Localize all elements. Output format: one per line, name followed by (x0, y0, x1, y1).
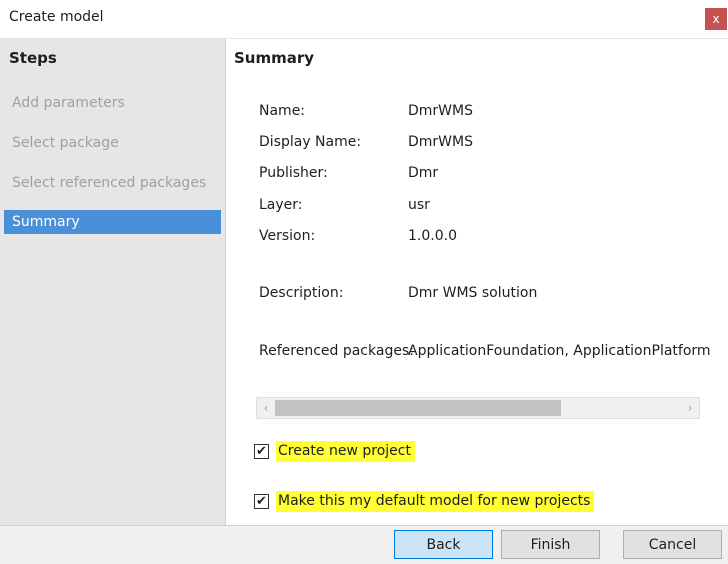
default-model-option[interactable]: ✔ Make this my default model for new pro… (254, 489, 595, 513)
publisher-value: Dmr (408, 165, 439, 181)
version-label: Version: (259, 228, 316, 244)
step-add-parameters[interactable]: Add parameters (4, 91, 221, 115)
display-name-value: DmrWMS (408, 134, 473, 150)
step-select-referenced-packages[interactable]: Select referenced packages (4, 171, 221, 195)
default-model-checkbox[interactable]: ✔ (254, 493, 269, 509)
name-value: DmrWMS (408, 103, 473, 119)
description-label: Description: (259, 285, 344, 301)
step-summary[interactable]: Summary (4, 210, 221, 234)
scroll-right-icon[interactable]: › (681, 398, 699, 418)
scroll-left-icon[interactable]: ‹ (257, 398, 275, 418)
steps-heading: Steps (9, 49, 57, 67)
checkmark-icon: ✔ (256, 443, 267, 459)
scrollbar-thumb[interactable] (275, 400, 561, 416)
name-label: Name: (259, 103, 306, 119)
dialog-footer: Back Finish Cancel (0, 525, 728, 564)
title-bar: Create model x (0, 0, 728, 39)
window-title: Create model (9, 9, 104, 25)
layer-value: usr (408, 197, 430, 213)
horizontal-scrollbar[interactable]: ‹ › (256, 397, 700, 419)
display-name-label: Display Name: (259, 134, 362, 150)
referenced-packages-value: ApplicationFoundation, ApplicationPlatfo… (408, 343, 711, 359)
create-new-project-label[interactable]: Create new project (276, 440, 415, 462)
referenced-packages-label: Referenced packages: (259, 343, 414, 359)
create-new-project-checkbox[interactable]: ✔ (254, 443, 269, 459)
back-button[interactable]: Back (394, 530, 493, 559)
finish-button[interactable]: Finish (501, 530, 600, 559)
steps-sidebar: Steps Add parameters Select package Sele… (0, 39, 226, 525)
step-select-package[interactable]: Select package (4, 131, 221, 155)
create-new-project-option[interactable]: ✔ Create new project (254, 439, 415, 463)
cancel-button[interactable]: Cancel (623, 530, 722, 559)
checkmark-icon: ✔ (256, 493, 267, 509)
close-icon: x (712, 12, 720, 26)
version-value: 1.0.0.0 (408, 228, 457, 244)
layer-label: Layer: (259, 197, 303, 213)
summary-heading: Summary (234, 49, 315, 67)
close-button[interactable]: x (705, 8, 727, 30)
default-model-label[interactable]: Make this my default model for new proje… (276, 490, 595, 512)
description-value: Dmr WMS solution (408, 285, 538, 301)
publisher-label: Publisher: (259, 165, 328, 181)
